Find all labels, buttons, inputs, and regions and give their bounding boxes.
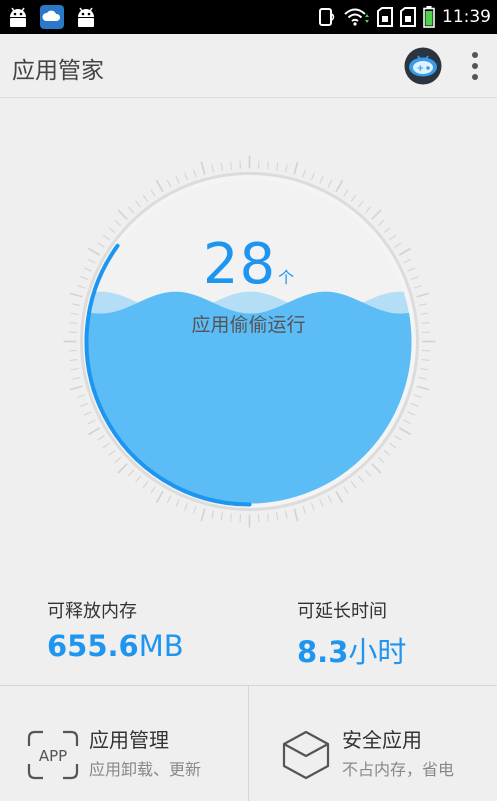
free-memory-number: 655.6 [47,629,139,663]
free-memory-label: 可释放内存 [47,601,137,622]
svg-text:+: + [417,64,425,74]
app-manage-subtitle: 应用卸载、更新 [89,760,202,779]
status-bar: 11:39 [0,0,497,34]
free-memory-stat: 可释放内存 655.6MB [47,597,184,663]
sim-icon [400,7,416,27]
running-count-unit: 个 [278,268,295,287]
robot-assistant-icon[interactable]: + [404,47,442,85]
app-icon-text: APP [39,747,67,765]
battery-icon [423,6,435,28]
gauge-label: 应用偷偷运行 [191,314,306,336]
extend-time-label: 可延长时间 [297,601,387,622]
cube-icon [282,730,330,780]
cloud-app-icon [40,5,64,29]
more-vert-icon[interactable] [465,50,485,82]
sim-icon [377,7,393,27]
app-manage-icon: APP [27,730,79,780]
page-title: 应用管家 [12,58,104,84]
extend-time-value: 8.3小时 [297,629,406,671]
running-count: 28 个 [0,232,497,297]
android-icon [10,7,26,27]
app-manage-title: 应用管理 [89,728,169,752]
extend-time-number: 8.3 [297,635,349,669]
secure-apps-title: 安全应用 [342,728,422,752]
nfc-icon [319,8,335,26]
memory-gauge [63,155,436,528]
secure-apps-subtitle: 不占内存，省电 [342,760,455,779]
extend-time-stat: 可延长时间 8.3小时 [297,597,406,671]
running-count-number: 28 [202,232,277,297]
status-time: 11:39 [442,7,491,27]
android-icon [78,7,94,27]
free-memory-value: 655.6MB [47,629,184,663]
extend-time-unit: 小时 [348,635,407,669]
wifi-icon [344,8,369,26]
bottom-divider [248,685,249,801]
free-memory-unit: MB [138,629,184,663]
